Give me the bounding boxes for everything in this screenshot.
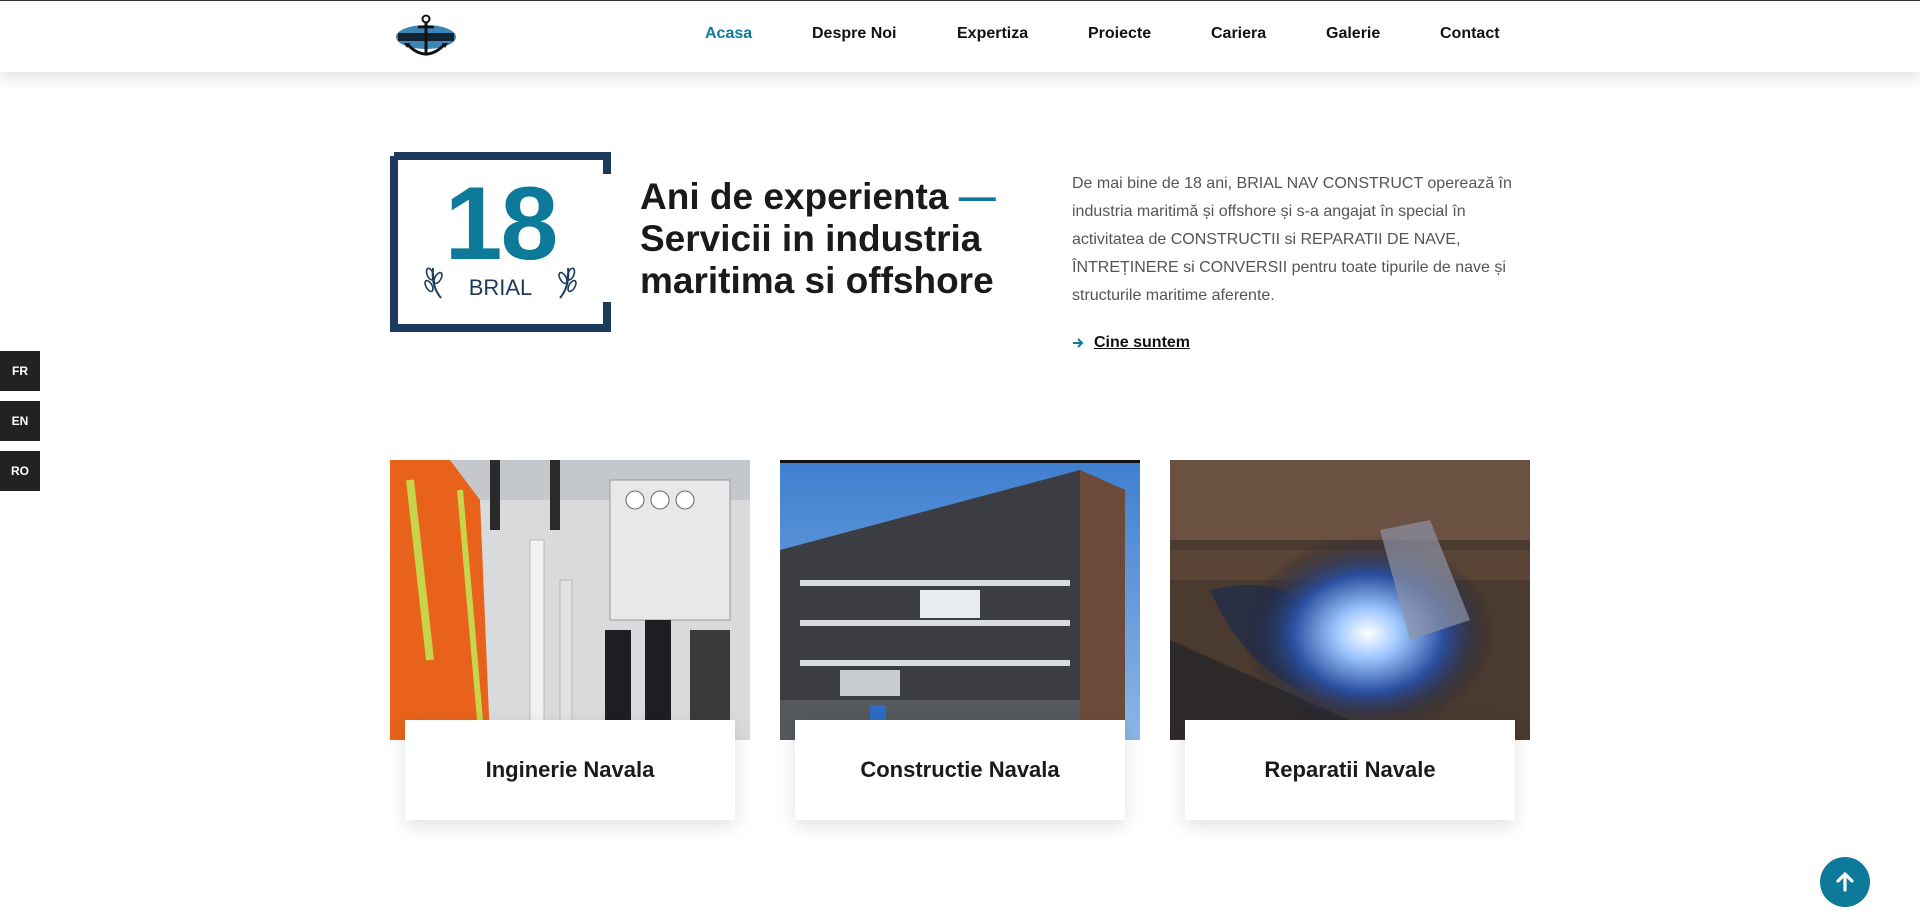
nav-expertiza[interactable]: Expertiza xyxy=(957,25,1028,43)
badge-number: 18 xyxy=(444,166,559,282)
card-image-ship-construction xyxy=(780,460,1140,740)
nav-despre-noi[interactable]: Despre Noi xyxy=(812,25,896,43)
arrow-up-icon xyxy=(1836,872,1854,892)
card-image-engine-room xyxy=(390,460,750,740)
back-to-top-button[interactable] xyxy=(1820,857,1870,907)
card-label[interactable]: Inginerie Navala xyxy=(405,720,735,820)
nav-contact[interactable]: Contact xyxy=(1440,25,1500,43)
card-label[interactable]: Constructie Navala xyxy=(795,720,1125,820)
anchor-logo-icon[interactable] xyxy=(392,13,460,61)
wheat-icon xyxy=(558,267,577,299)
nav-proiecte[interactable]: Proiecte xyxy=(1088,25,1151,43)
experience-badge: 18 BRIAL xyxy=(390,152,611,332)
cine-suntem-link[interactable]: Cine suntem xyxy=(1072,334,1190,352)
hero-title-line1: Ani de experienta xyxy=(640,176,949,217)
nav-acasa[interactable]: Acasa xyxy=(705,25,752,43)
site-header: Acasa Despre Noi Expertiza Proiecte Cari… xyxy=(0,0,1920,72)
cine-suntem-label[interactable]: Cine suntem xyxy=(1094,334,1190,352)
hero-title-dash: — xyxy=(958,176,996,217)
card-label[interactable]: Reparatii Navale xyxy=(1185,720,1515,820)
hero-title-rest: Servicii in industria maritima si offsho… xyxy=(640,218,994,301)
hero-title: Ani de experienta — Servicii in industri… xyxy=(640,176,1020,302)
card-image-welding xyxy=(1170,460,1530,740)
nav-galerie[interactable]: Galerie xyxy=(1326,25,1380,43)
hero-description: De mai bine de 18 ani, BRIAL NAV CONSTRU… xyxy=(1072,175,1512,304)
language-ro[interactable]: RO xyxy=(0,451,40,491)
nav-cariera[interactable]: Cariera xyxy=(1211,25,1266,43)
language-fr[interactable]: FR xyxy=(0,351,40,391)
language-en[interactable]: EN xyxy=(0,401,40,441)
arrow-right-icon xyxy=(1073,338,1084,348)
